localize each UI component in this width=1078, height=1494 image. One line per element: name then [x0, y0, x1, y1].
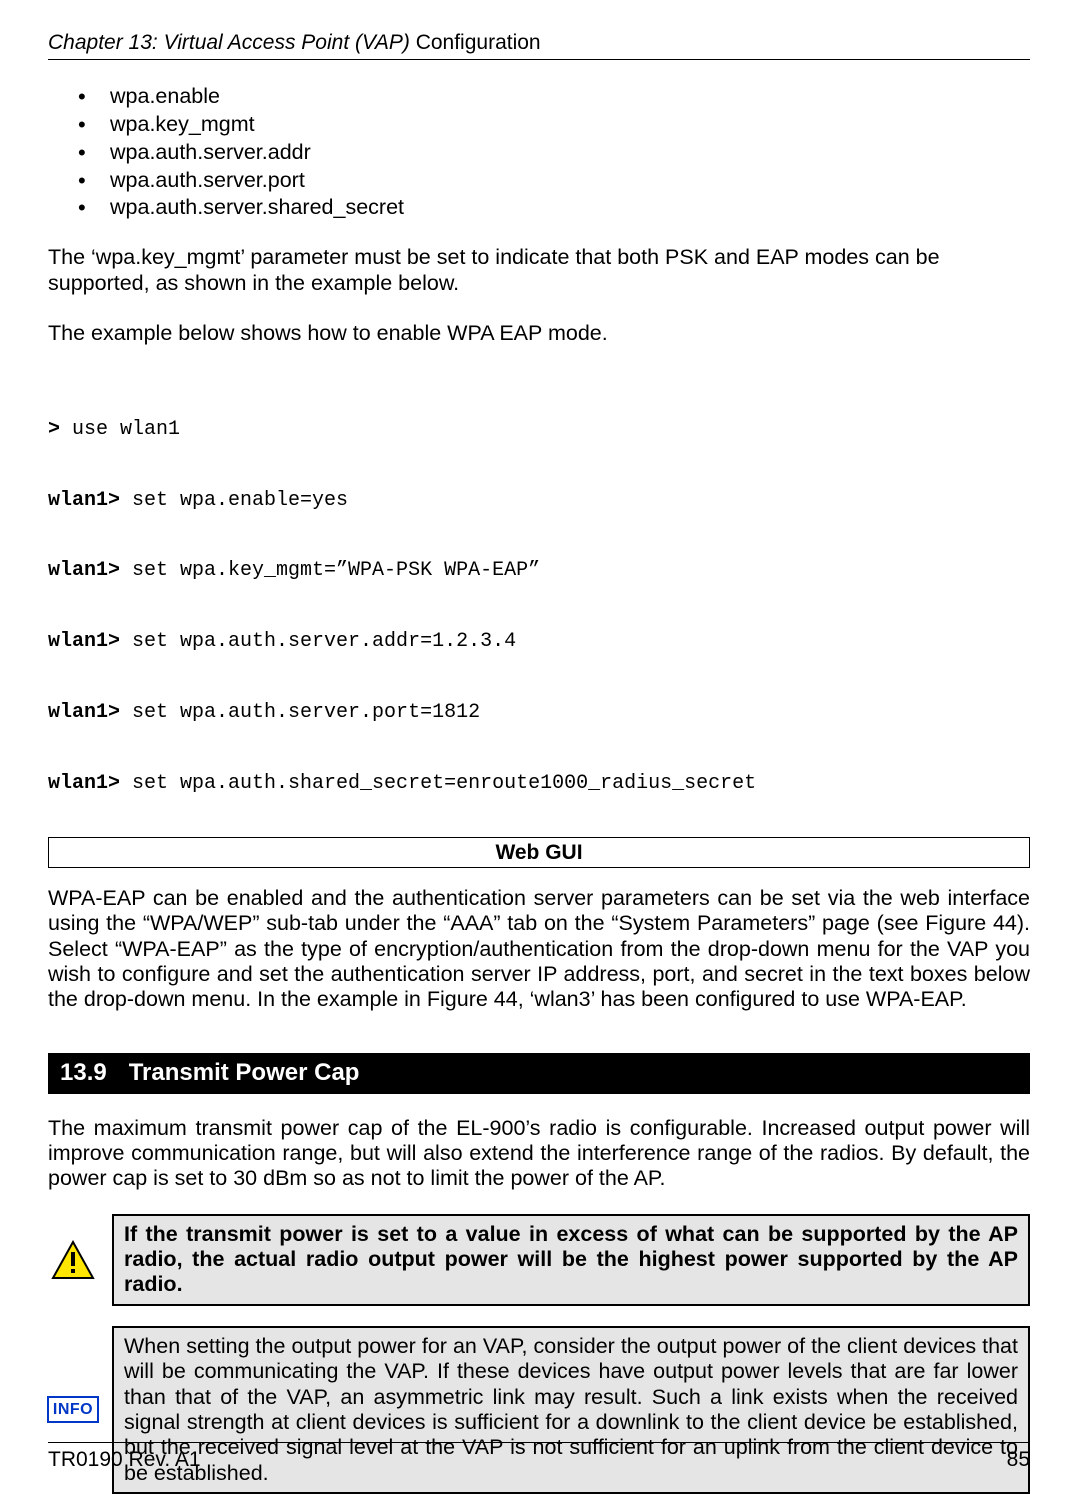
section-title: Transmit Power Cap: [129, 1059, 360, 1086]
warning-text: If the transmit power is set to a value …: [112, 1214, 1030, 1306]
cli-prompt: >: [48, 418, 60, 441]
warning-icon: [48, 1240, 98, 1280]
info-icon: INFO: [48, 1396, 98, 1423]
footer-left: TR0190 Rev. A1: [48, 1447, 201, 1472]
chapter-title-italic: Chapter 13: Virtual Access Point (VAP): [48, 31, 416, 54]
footer-page-number: 85: [1007, 1447, 1030, 1472]
cli-prompt: wlan1>: [48, 489, 120, 512]
cli-command: set wpa.auth.server.port=1812: [120, 701, 480, 724]
cli-command: set wpa.enable=yes: [120, 489, 348, 512]
list-item: wpa.auth.server.shared_secret: [78, 195, 1030, 221]
code-line: > use wlan1: [48, 418, 1030, 442]
code-line: wlan1> set wpa.enable=yes: [48, 489, 1030, 513]
list-item: wpa.key_mgmt: [78, 112, 1030, 138]
list-item: wpa.auth.server.port: [78, 168, 1030, 194]
code-line: wlan1> set wpa.auth.server.addr=1.2.3.4: [48, 630, 1030, 654]
warning-callout: If the transmit power is set to a value …: [48, 1214, 1030, 1306]
paragraph-keymgmt: The ‘wpa.key_mgmt’ parameter must be set…: [48, 245, 1030, 297]
list-item: wpa.auth.server.addr: [78, 140, 1030, 166]
chapter-title-rest: Configuration: [416, 31, 541, 54]
code-line: wlan1> set wpa.auth.server.port=1812: [48, 701, 1030, 725]
section-paragraph: The maximum transmit power cap of the EL…: [48, 1116, 1030, 1192]
web-gui-heading: Web GUI: [48, 837, 1030, 868]
section-heading: 13.9 Transmit Power Cap: [48, 1053, 1030, 1094]
info-badge: INFO: [47, 1396, 99, 1423]
cli-prompt: wlan1>: [48, 772, 120, 795]
cli-command: set wpa.auth.shared_secret=enroute1000_r…: [120, 772, 756, 795]
paragraph-example-intro: The example below shows how to enable WP…: [48, 321, 1030, 347]
code-line: wlan1> set wpa.key_mgmt=”WPA-PSK WPA-EAP…: [48, 559, 1030, 583]
page-footer: TR0190 Rev. A1 85: [48, 1442, 1030, 1472]
cli-command: set wpa.key_mgmt=”WPA-PSK WPA-EAP”: [120, 559, 540, 582]
list-item: wpa.enable: [78, 84, 1030, 110]
cli-example: > use wlan1 wlan1> set wpa.enable=yes wl…: [48, 371, 1030, 819]
page-header: Chapter 13: Virtual Access Point (VAP) C…: [48, 30, 1030, 60]
cli-prompt: wlan1>: [48, 701, 120, 724]
section-number: 13.9: [60, 1059, 107, 1086]
cli-prompt: wlan1>: [48, 630, 120, 653]
code-line: wlan1> set wpa.auth.shared_secret=enrout…: [48, 772, 1030, 796]
cli-command: use wlan1: [60, 418, 180, 441]
cli-command: set wpa.auth.server.addr=1.2.3.4: [120, 630, 516, 653]
cli-prompt: wlan1>: [48, 559, 120, 582]
web-gui-paragraph: WPA-EAP can be enabled and the authentic…: [48, 886, 1030, 1013]
parameter-bullet-list: wpa.enable wpa.key_mgmt wpa.auth.server.…: [78, 84, 1030, 221]
